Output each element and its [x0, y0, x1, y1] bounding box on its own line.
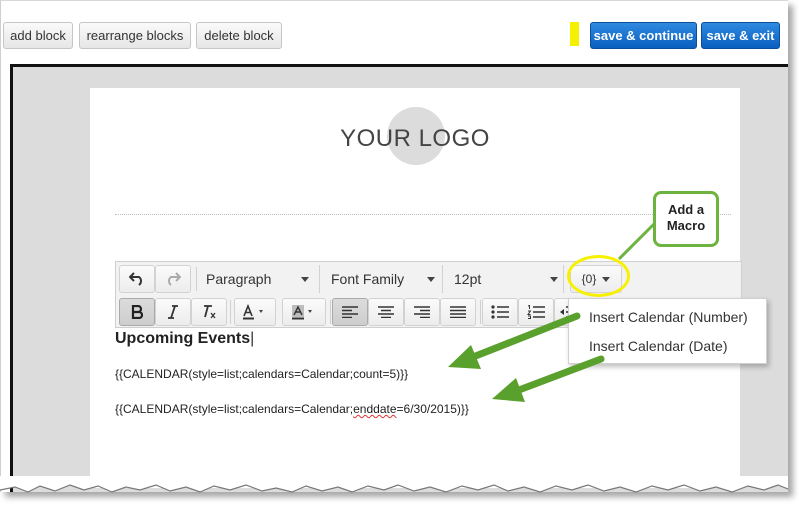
torn-edge: [0, 476, 789, 493]
callout-pointer: [617, 221, 657, 261]
arrow-to-line1-icon: [448, 312, 581, 369]
arrow-to-line2-icon: [492, 355, 605, 402]
app-window: add block rearrange blocks delete block …: [0, 0, 788, 492]
annotation-arrows: [448, 221, 657, 402]
